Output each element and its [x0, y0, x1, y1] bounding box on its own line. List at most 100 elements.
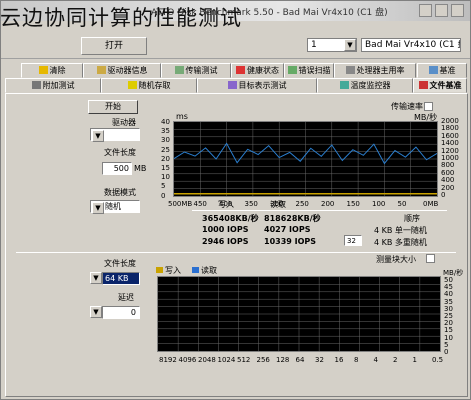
x-tick-label: 256 — [256, 356, 270, 364]
legend-read: 读取 — [192, 265, 217, 276]
read-seq-value: 818628KB/秒 — [264, 214, 321, 223]
left-tick-label: 0 — [161, 191, 166, 200]
chevron-down-icon[interactable]: ▼ — [92, 202, 104, 214]
delay-field[interactable]: 0 — [102, 306, 140, 319]
x-tick-label: 250 — [295, 200, 309, 208]
legend-write-swatch — [156, 267, 163, 273]
chart1-ms: ms — [176, 112, 188, 121]
divider — [192, 210, 447, 211]
tab-label: 处理器主用率 — [356, 66, 405, 75]
transfer-rate-chart — [173, 121, 438, 197]
lower-file-size-field[interactable]: 64 KB — [102, 272, 140, 285]
left-tick-label: 15 — [161, 164, 170, 172]
app-window: ATTO Disk Benchmark 5.50 - Bad Mai Vr4x1… — [0, 0, 471, 400]
tab-icon — [236, 66, 245, 74]
legend-read-label: 读取 — [201, 266, 217, 275]
x-tick-label: 0.5 — [432, 356, 444, 364]
x-tick-label: 200 — [321, 200, 335, 208]
legend-write-label: 写入 — [165, 266, 181, 275]
x-tick-label: 2 — [393, 356, 398, 364]
row-label-4k-single: 4 KB 单一随机 — [374, 226, 427, 235]
tab-label: 传输测试 — [185, 66, 218, 75]
tab-error-scan[interactable]: 错误扫描 — [284, 63, 334, 78]
file-size-label: 文件长度 — [104, 148, 136, 157]
file-size-field[interactable]: 500 — [102, 162, 132, 175]
tab-label: 基准 — [439, 66, 456, 75]
y-tick-label: 0 — [441, 191, 446, 199]
tab-label: 健康状态 — [247, 66, 279, 75]
tab-label: 温度监控器 — [350, 81, 391, 90]
x-tick-label: 4096 — [178, 356, 197, 364]
block-size-checkbox[interactable] — [426, 254, 435, 263]
transfer-rate-checkbox[interactable] — [424, 102, 433, 111]
x-tick-label: 8192 — [159, 356, 177, 364]
tab-target-test[interactable]: 目标表示测试 — [197, 78, 317, 93]
x-tick-label: 0MB — [423, 200, 439, 208]
x-tick-label: 150 — [346, 200, 360, 208]
open-button[interactable]: 打开 — [81, 37, 147, 55]
x-tick-label: 4 — [373, 356, 378, 364]
minimize-icon[interactable] — [419, 4, 432, 17]
left-tick-label: 25 — [161, 145, 170, 154]
x-tick-label: 512 — [237, 356, 251, 364]
close-icon[interactable] — [451, 4, 464, 17]
tab-random-access[interactable]: 随机存取 — [101, 78, 197, 93]
tab-drive-info[interactable]: 驱动器信息 — [83, 63, 161, 78]
read-4k-multi-value: 10339 IOPS — [264, 237, 317, 246]
chart1-grid — [174, 122, 437, 196]
tab-icon — [287, 66, 297, 74]
maximize-icon[interactable] — [435, 4, 448, 17]
tab-icon — [96, 66, 106, 74]
write-4k-single-value: 1000 IOPS — [202, 225, 249, 234]
tab-cpu[interactable]: 处理器主用率 — [334, 63, 416, 78]
chevron-down-icon[interactable]: ▼ — [92, 130, 104, 142]
legend-read-swatch — [192, 267, 199, 273]
tab-icon — [345, 66, 355, 74]
read-4k-single-value: 4027 IOPS — [264, 225, 311, 234]
left-tick-label: 20 — [161, 154, 170, 163]
tab-label: 文件基准 — [429, 81, 462, 90]
chevron-down-icon[interactable]: ▼ — [90, 306, 102, 318]
chevron-down-icon[interactable]: ▼ — [90, 272, 102, 284]
y-tick-label: 0 — [444, 348, 449, 356]
left-tick-label: 10 — [161, 173, 170, 182]
x-tick-label: 350 — [244, 200, 258, 208]
tab-extra-tests[interactable]: 附加测试 — [5, 78, 101, 93]
tab-clear[interactable]: 清除 — [21, 63, 83, 78]
tab-strip: 基准 处理器主用率 错误扫描 健康状态 传输测试 驱动器信息 清除 文件基准 温… — [1, 61, 470, 95]
tab-file-benchmark[interactable]: 文件基准 — [413, 78, 467, 93]
drive-select[interactable]: Bad Mai Vr4x10 (C1 盘) — [361, 38, 461, 52]
block-size-label: 测量块大小 — [376, 255, 416, 264]
queue-depth-field[interactable]: 32 — [344, 235, 362, 246]
x-tick-label: 450 — [193, 200, 207, 208]
dd-select[interactable]: 1 ▼ — [307, 38, 357, 52]
tab-icon — [339, 81, 349, 89]
x-tick-label: 2048 — [198, 356, 216, 364]
divider — [16, 252, 456, 253]
x-tick-label: 16 — [334, 356, 344, 364]
start-button[interactable]: 开始 — [88, 100, 138, 114]
tab-label: 目标表示测试 — [238, 81, 287, 90]
chevron-down-icon[interactable]: ▼ — [344, 39, 356, 51]
results-header-read: 读取 — [270, 200, 286, 209]
file-size-unit: MB — [134, 164, 147, 173]
tab-health[interactable]: 健康状态 — [231, 63, 284, 78]
x-tick-label: 500MB — [168, 200, 193, 208]
data-mode-label: 数据模式 — [104, 188, 136, 197]
tab-temperature[interactable]: 温度监控器 — [317, 78, 413, 93]
x-tick-label: 128 — [276, 356, 290, 364]
tab-label: 驱动器信息 — [107, 66, 148, 75]
tab-icon — [127, 81, 137, 89]
left-tick-label: 40 — [161, 118, 170, 126]
x-tick-label: 32 — [315, 356, 324, 364]
dd-value: 1 — [311, 40, 317, 50]
x-tick-label: 1024 — [217, 356, 236, 364]
drive-select-value: Bad Mai Vr4x10 (C1 盘) — [365, 40, 461, 50]
tab-icon — [31, 81, 41, 89]
tab-label: 错误扫描 — [298, 66, 331, 75]
tab-icon — [174, 66, 184, 74]
transfer-rate-label: 传输速率 — [391, 102, 423, 111]
block-size-chart — [157, 276, 441, 352]
tab-transfer[interactable]: 传输测试 — [161, 63, 231, 78]
tab-benchmark[interactable]: 基准 — [417, 63, 467, 78]
